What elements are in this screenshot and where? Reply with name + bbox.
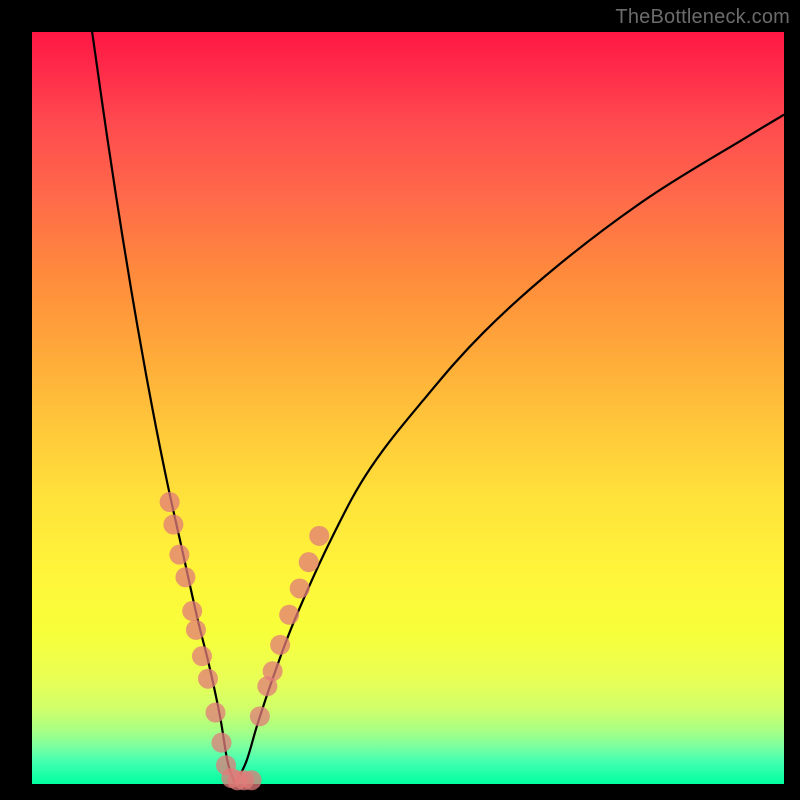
sample-dot	[250, 706, 270, 726]
sample-dot	[279, 605, 299, 625]
watermark-text: TheBottleneck.com	[615, 6, 790, 29]
chart-stage: TheBottleneck.com	[0, 0, 800, 800]
plot-area	[32, 32, 784, 784]
sample-dot	[163, 515, 183, 535]
sample-dot	[309, 526, 329, 546]
sample-dot	[212, 733, 232, 753]
curve-svg	[32, 32, 784, 784]
sample-dot	[270, 635, 290, 655]
sample-dot	[169, 545, 189, 565]
sample-dot	[299, 552, 319, 572]
curve-right-arm	[235, 115, 784, 784]
sample-dot	[198, 669, 218, 689]
sample-dots	[160, 492, 330, 790]
sample-dot	[160, 492, 180, 512]
sample-dot	[192, 646, 212, 666]
sample-dot	[263, 661, 283, 681]
sample-dot	[186, 620, 206, 640]
sample-dot	[290, 578, 310, 598]
sample-dot	[175, 567, 195, 587]
sample-dot	[182, 601, 202, 621]
sample-dot	[242, 770, 262, 790]
sample-dot	[205, 703, 225, 723]
